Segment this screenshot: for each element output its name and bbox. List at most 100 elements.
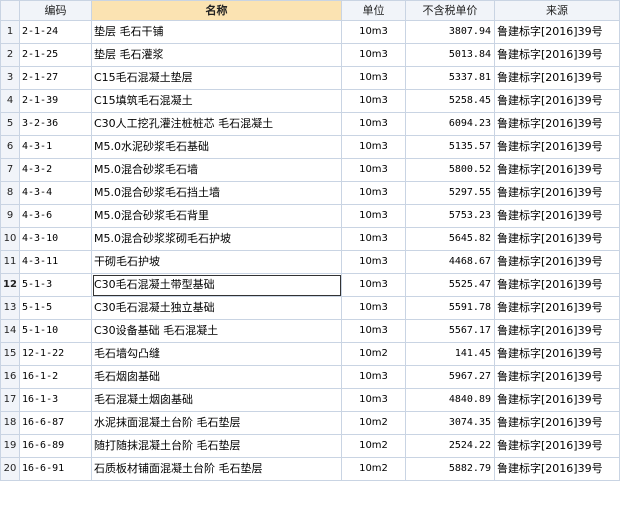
cell-price[interactable]: 2524.22: [405, 434, 495, 458]
cell-name[interactable]: 随打随抹混凝土台阶 毛石垫层: [91, 434, 342, 458]
cell-source[interactable]: 鲁建标字[2016]39号: [494, 89, 620, 113]
table-row[interactable]: 4 2-1-39 C15填筑毛石混凝土 10m3 5258.45 鲁建标字[2016]39…: [0, 89, 620, 113]
cell-price[interactable]: 5297.55: [405, 181, 495, 205]
table-row[interactable]: 7 4-3-2 M5.0混合砂浆毛石墙 10m3 5800.52 鲁建标字[2016]39…: [0, 158, 620, 182]
cell-code[interactable]: 5-1-5: [19, 296, 92, 320]
row-index[interactable]: 9: [0, 204, 20, 228]
row-index[interactable]: 8: [0, 181, 20, 205]
cell-unit[interactable]: 10m3: [341, 43, 406, 67]
table-row[interactable]: 2 2-1-25 垫层 毛石灌浆 10m3 5013.84 鲁建标字[2016]39号: [0, 43, 620, 67]
row-index[interactable]: 18: [0, 411, 20, 435]
cell-code[interactable]: 5-1-3: [19, 273, 92, 297]
header-price[interactable]: 不含税单价: [405, 0, 495, 21]
cell-price[interactable]: 4840.89: [405, 388, 495, 412]
cell-unit[interactable]: 10m3: [341, 388, 406, 412]
table-row[interactable]: 8 4-3-4 M5.0混合砂浆毛石挡土墙 10m3 5297.55 鲁建标字[2016]…: [0, 181, 620, 205]
table-row[interactable]: 5 3-2-36 C30人工挖孔灌注桩桩芯 毛石混凝土 10m3 6094.23 鲁建标字…: [0, 112, 620, 136]
header-source[interactable]: 来源: [494, 0, 620, 21]
cell-source[interactable]: 鲁建标字[2016]39号: [494, 181, 620, 205]
row-index[interactable]: 19: [0, 434, 20, 458]
cell-name[interactable]: C15填筑毛石混凝土: [91, 89, 342, 113]
table-row[interactable]: 3 2-1-27 C15毛石混凝土垫层 10m3 5337.81 鲁建标字[2016]39…: [0, 66, 620, 90]
cell-unit[interactable]: 10m2: [341, 434, 406, 458]
cell-price[interactable]: 5013.84: [405, 43, 495, 67]
cell-source[interactable]: 鲁建标字[2016]39号: [494, 342, 620, 366]
cell-unit[interactable]: 10m3: [341, 227, 406, 251]
table-row[interactable]: 19 16-6-89 随打随抹混凝土台阶 毛石垫层 10m2 2524.22 鲁建标字[2…: [0, 434, 620, 458]
cell-source[interactable]: 鲁建标字[2016]39号: [494, 365, 620, 389]
table-row[interactable]: 14 5-1-10 C30设备基础 毛石混凝土 10m3 5567.17 鲁建标字[201…: [0, 319, 620, 343]
header-code[interactable]: 编码: [19, 0, 92, 21]
cell-source[interactable]: 鲁建标字[2016]39号: [494, 227, 620, 251]
row-index[interactable]: 10: [0, 227, 20, 251]
cell-code[interactable]: 2-1-24: [19, 20, 92, 44]
cell-source[interactable]: 鲁建标字[2016]39号: [494, 250, 620, 274]
row-index[interactable]: 7: [0, 158, 20, 182]
cell-source[interactable]: 鲁建标字[2016]39号: [494, 135, 620, 159]
cell-code[interactable]: 4-3-4: [19, 181, 92, 205]
cell-source[interactable]: 鲁建标字[2016]39号: [494, 66, 620, 90]
table-row[interactable]: 15 12-1-22 毛石墙勾凸缝 10m2 141.45 鲁建标字[2016]39号: [0, 342, 620, 366]
cell-unit[interactable]: 10m3: [341, 204, 406, 228]
cell-code[interactable]: 4-3-11: [19, 250, 92, 274]
header-unit[interactable]: 单位: [341, 0, 406, 21]
cell-name[interactable]: 毛石烟囱基础: [91, 365, 342, 389]
row-index[interactable]: 16: [0, 365, 20, 389]
row-index[interactable]: 13: [0, 296, 20, 320]
table-row[interactable]: 16 16-1-2 毛石烟囱基础 10m3 5967.27 鲁建标字[2016]39号: [0, 365, 620, 389]
cell-code[interactable]: 4-3-2: [19, 158, 92, 182]
cell-code[interactable]: 16-6-91: [19, 457, 92, 481]
cell-unit[interactable]: 10m2: [341, 411, 406, 435]
row-index[interactable]: 20: [0, 457, 20, 481]
cell-code[interactable]: 4-3-6: [19, 204, 92, 228]
cell-source[interactable]: 鲁建标字[2016]39号: [494, 296, 620, 320]
cell-unit[interactable]: 10m3: [341, 365, 406, 389]
cell-price[interactable]: 3807.94: [405, 20, 495, 44]
cell-unit[interactable]: 10m3: [341, 112, 406, 136]
row-index[interactable]: 4: [0, 89, 20, 113]
cell-name[interactable]: M5.0混合砂浆浆砌毛石护坡: [91, 227, 342, 251]
cell-price[interactable]: 6094.23: [405, 112, 495, 136]
cell-source[interactable]: 鲁建标字[2016]39号: [494, 273, 620, 297]
cell-code[interactable]: 12-1-22: [19, 342, 92, 366]
cell-price[interactable]: 4468.67: [405, 250, 495, 274]
cell-name[interactable]: M5.0混合砂浆毛石挡土墙: [91, 181, 342, 205]
cell-unit[interactable]: 10m3: [341, 20, 406, 44]
table-row[interactable]: 10 4-3-10 M5.0混合砂浆浆砌毛石护坡 10m3 5645.82 鲁建标字[20…: [0, 227, 620, 251]
cell-unit[interactable]: 10m3: [341, 89, 406, 113]
cell-unit[interactable]: 10m3: [341, 158, 406, 182]
cell-name[interactable]: C30毛石混凝土独立基础: [91, 296, 342, 320]
header-name[interactable]: 名称: [91, 0, 342, 21]
cell-source[interactable]: 鲁建标字[2016]39号: [494, 411, 620, 435]
cell-source[interactable]: 鲁建标字[2016]39号: [494, 158, 620, 182]
cell-price[interactable]: 3074.35: [405, 411, 495, 435]
cell-unit[interactable]: 10m2: [341, 342, 406, 366]
row-index[interactable]: 14: [0, 319, 20, 343]
row-index[interactable]: 6: [0, 135, 20, 159]
cell-name[interactable]: 毛石墙勾凸缝: [91, 342, 342, 366]
cell-name[interactable]: C15毛石混凝土垫层: [91, 66, 342, 90]
cell-price[interactable]: 5967.27: [405, 365, 495, 389]
cell-code[interactable]: 16-1-2: [19, 365, 92, 389]
cell-source[interactable]: 鲁建标字[2016]39号: [494, 319, 620, 343]
cell-name[interactable]: M5.0混合砂浆毛石背里: [91, 204, 342, 228]
row-index[interactable]: 2: [0, 43, 20, 67]
cell-name[interactable]: 毛石混凝土烟囱基础: [91, 388, 342, 412]
cell-source[interactable]: 鲁建标字[2016]39号: [494, 112, 620, 136]
cell-name[interactable]: C30设备基础 毛石混凝土: [91, 319, 342, 343]
table-row[interactable]: 6 4-3-1 M5.0水泥砂浆毛石基础 10m3 5135.57 鲁建标字[2016]3…: [0, 135, 620, 159]
row-index[interactable]: 12: [0, 273, 20, 297]
cell-price[interactable]: 5258.45: [405, 89, 495, 113]
cell-price[interactable]: 5525.47: [405, 273, 495, 297]
cell-name[interactable]: 垫层 毛石灌浆: [91, 43, 342, 67]
cell-code[interactable]: 2-1-25: [19, 43, 92, 67]
cell-source[interactable]: 鲁建标字[2016]39号: [494, 43, 620, 67]
cell-price[interactable]: 5337.81: [405, 66, 495, 90]
cell-price[interactable]: 5645.82: [405, 227, 495, 251]
cell-name[interactable]: C30毛石混凝土带型基础: [91, 273, 342, 297]
cell-code[interactable]: 5-1-10: [19, 319, 92, 343]
table-row[interactable]: 11 4-3-11 干砌毛石护坡 10m3 4468.67 鲁建标字[2016]39号: [0, 250, 620, 274]
row-index[interactable]: 3: [0, 66, 20, 90]
cell-code[interactable]: 16-1-3: [19, 388, 92, 412]
cell-name[interactable]: 垫层 毛石干铺: [91, 20, 342, 44]
